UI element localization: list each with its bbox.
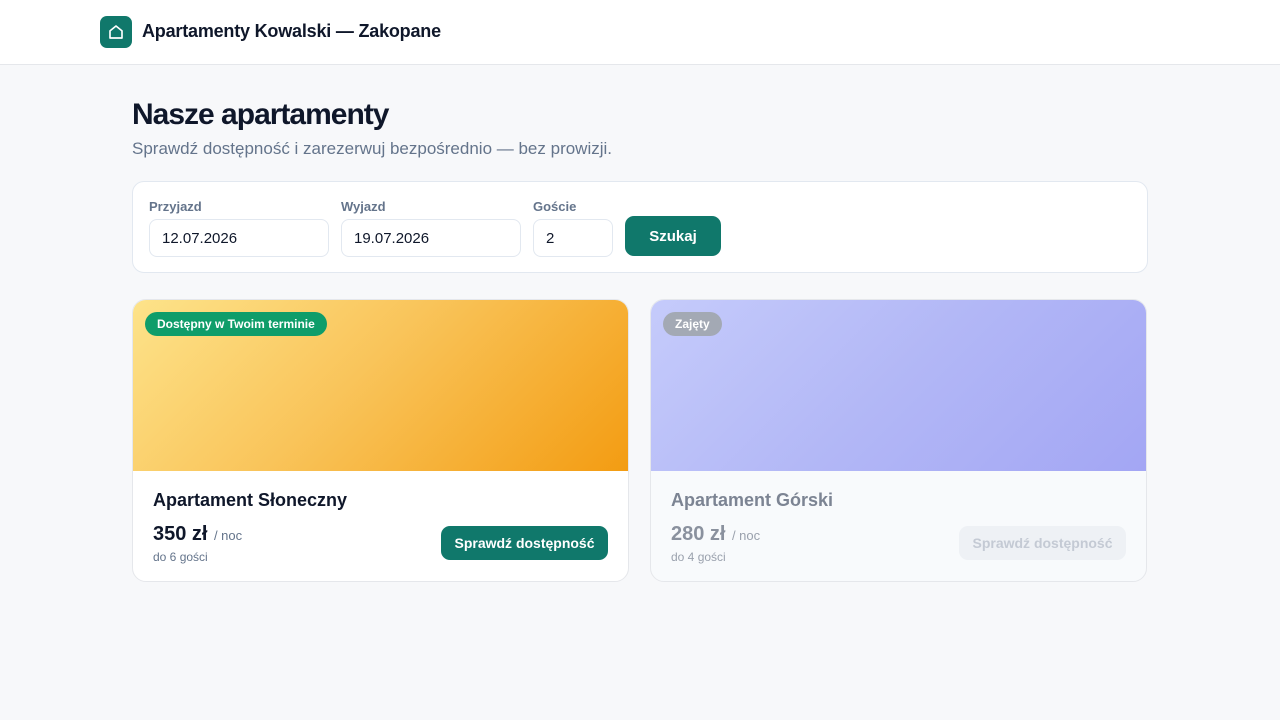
apartment-name: Apartament Górski (671, 490, 834, 510)
guest-capacity: do 6 gości (153, 550, 208, 564)
guests-input[interactable] (533, 219, 613, 257)
brand-name[interactable]: Apartamenty Kowalski — Zakopane (142, 21, 441, 42)
departure-label: Wyjazd (341, 199, 386, 214)
search-button[interactable]: Szukaj (625, 216, 721, 256)
check-availability-button-disabled: Sprawdź dostępność (959, 526, 1126, 560)
guest-capacity: do 4 gości (671, 550, 726, 564)
price-unit: / noc (731, 528, 761, 543)
price-row: 350 zł / noc (153, 523, 242, 546)
availability-badge: Dostępny w Twoim terminie (145, 312, 327, 336)
arrival-label: Przyjazd (149, 199, 202, 214)
page-subtitle: Sprawdź dostępność i zarezerwuj bezpośre… (132, 139, 613, 158)
availability-search-panel: Przyjazd Wyjazd Goście Szukaj (132, 181, 1148, 273)
house-icon[interactable] (100, 16, 132, 48)
apartment-image (651, 300, 1146, 471)
departure-date-input[interactable] (341, 219, 521, 257)
apartment-name: Apartament Słoneczny (153, 490, 348, 510)
guests-label: Goście (533, 199, 577, 214)
price-unit: / noc (213, 528, 243, 543)
price-value: 350 zł (153, 523, 208, 545)
top-bar: Apartamenty Kowalski — Zakopane (0, 0, 1280, 65)
price-row: 280 zł / noc (671, 523, 760, 546)
arrival-date-input[interactable] (149, 219, 329, 257)
price-value: 280 zł (671, 523, 726, 545)
apartment-card-sloneczny: Dostępny w Twoim terminie Apartament Sło… (132, 299, 629, 582)
availability-badge: Zajęty (663, 312, 722, 336)
check-availability-button[interactable]: Sprawdź dostępność (441, 526, 608, 560)
page-title: Nasze apartamenty (132, 98, 389, 131)
apartment-card-gorski: Zajęty Apartament Górski 280 zł / noc do… (650, 299, 1147, 582)
